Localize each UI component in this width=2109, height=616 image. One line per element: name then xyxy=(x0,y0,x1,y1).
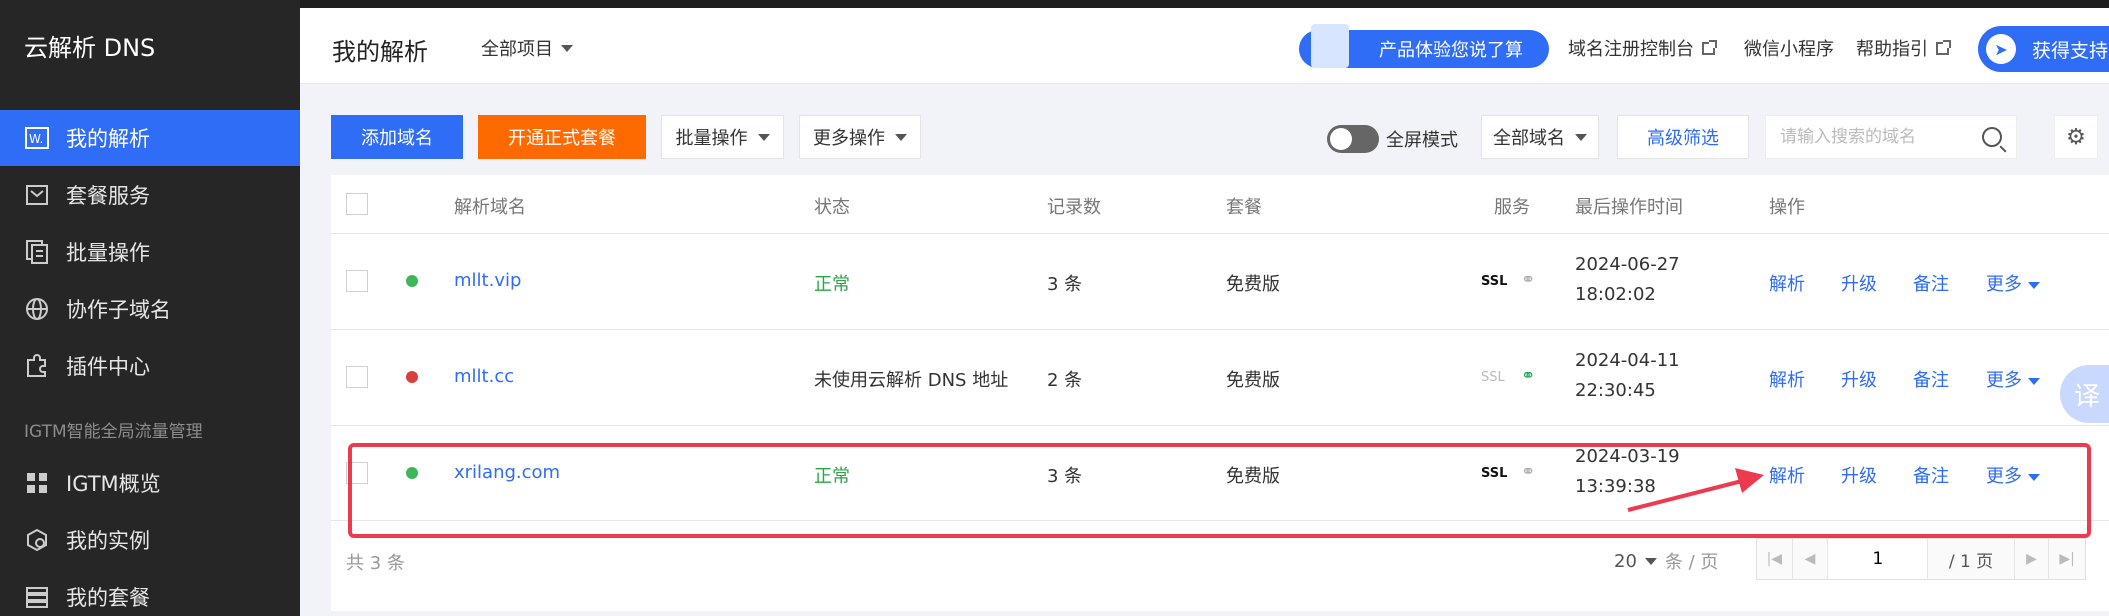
translate-tab[interactable]: 译 xyxy=(2060,365,2109,423)
app-root: 云解析 DNS W. 我的解析 套餐服务 批量操作 协作子域名 插件中心 IGT… xyxy=(0,0,2109,616)
annotation-arrow-icon xyxy=(1627,468,1764,512)
